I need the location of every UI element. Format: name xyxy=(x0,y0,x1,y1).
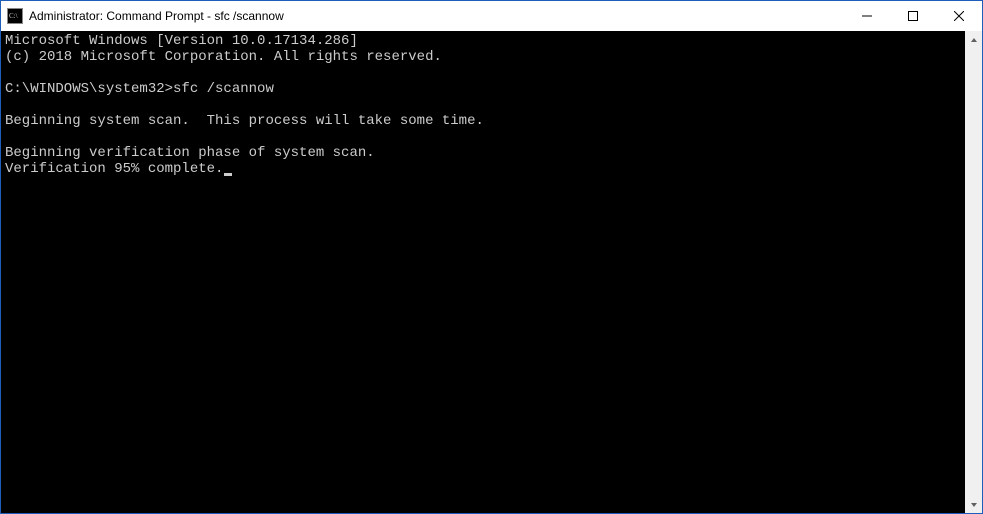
vertical-scrollbar[interactable] xyxy=(965,31,982,513)
terminal-line xyxy=(5,129,961,145)
terminal-line: C:\WINDOWS\system32>sfc /scannow xyxy=(5,81,961,97)
terminal-line xyxy=(5,97,961,113)
scroll-up-button[interactable] xyxy=(965,31,982,48)
minimize-button[interactable] xyxy=(844,1,890,31)
terminal-line: Verification 95% complete. xyxy=(5,161,961,177)
scroll-down-button[interactable] xyxy=(965,496,982,513)
window-controls xyxy=(844,1,982,31)
maximize-button[interactable] xyxy=(890,1,936,31)
terminal-line: Microsoft Windows [Version 10.0.17134.28… xyxy=(5,33,961,49)
terminal-line: Beginning verification phase of system s… xyxy=(5,145,961,161)
terminal-line xyxy=(5,65,961,81)
titlebar[interactable]: C:\ Administrator: Command Prompt - sfc … xyxy=(1,1,982,31)
client-area: Microsoft Windows [Version 10.0.17134.28… xyxy=(1,31,982,513)
close-button[interactable] xyxy=(936,1,982,31)
window-title: Administrator: Command Prompt - sfc /sca… xyxy=(29,9,844,23)
terminal-output[interactable]: Microsoft Windows [Version 10.0.17134.28… xyxy=(1,31,965,513)
cmd-icon: C:\ xyxy=(7,8,23,24)
command-prompt-window: C:\ Administrator: Command Prompt - sfc … xyxy=(1,1,982,513)
svg-text:C:\: C:\ xyxy=(9,12,18,20)
terminal-line: Beginning system scan. This process will… xyxy=(5,113,961,129)
terminal-line: (c) 2018 Microsoft Corporation. All righ… xyxy=(5,49,961,65)
scrollbar-track[interactable] xyxy=(965,48,982,496)
text-cursor xyxy=(224,173,232,176)
